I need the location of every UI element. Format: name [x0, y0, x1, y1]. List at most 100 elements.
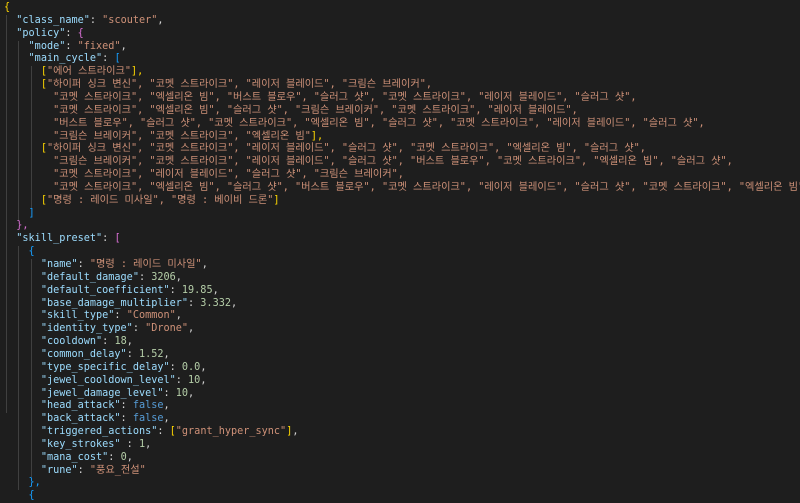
code-line: "mana_cost": 0, [4, 452, 133, 465]
bracket: { [28, 490, 35, 502]
code-line: "rune": "풍요_전설" [4, 465, 146, 478]
code-line: "코멧 스트라이크", "엑셀리온 빔", "슬러그 샷", "버스트 블로우"… [4, 182, 800, 195]
json-string: "에어 스트라이크" [46, 66, 131, 78]
punctuation: , [175, 271, 182, 283]
json-key: "cooldown" [40, 336, 103, 348]
punctuation: : [169, 361, 182, 373]
punctuation: , [200, 374, 207, 386]
json-number: 0.0 [181, 361, 201, 373]
punctuation: : [77, 464, 90, 476]
json-literal: false [132, 413, 164, 425]
punctuation: , [157, 14, 164, 26]
code-line: "jewel_cooldown_level": 10, [4, 374, 207, 388]
code-line: "triggered_actions": ["grant_hyper_sync"… [4, 426, 299, 439]
punctuation: , [212, 284, 219, 296]
code-line: "type_specific_delay": 0.0, [4, 361, 207, 375]
punctuation: : [169, 284, 182, 296]
punctuation: , [126, 451, 133, 463]
punctuation: : [120, 413, 133, 425]
json-string: "풍요_전설" [89, 464, 146, 476]
punctuation: : [114, 310, 127, 322]
punctuation: , [126, 336, 133, 348]
punctuation: : [65, 27, 78, 39]
json-key: "mode" [28, 40, 66, 52]
json-key: "main_cycle" [28, 53, 103, 65]
json-number: 18 [114, 336, 127, 348]
code-line: "cooldown": 18, [4, 336, 133, 349]
code-line: { [4, 2, 10, 15]
bracket: ], [310, 130, 324, 142]
code-editor[interactable]: { "class_name": "scouter", "policy": { "… [0, 0, 800, 502]
json-string: "하이퍼 싱크 변신", "코멧 스트라이크", "레이저 블레이드", "슬러… [46, 143, 646, 155]
json-number: 19.85 [181, 284, 213, 296]
punctuation: , [163, 413, 170, 425]
json-string: "fixed" [77, 40, 121, 52]
punctuation: : [132, 323, 146, 335]
code-line: "main_cycle": [ [4, 53, 121, 66]
code-line: ["하이퍼 싱크 변신", "코멧 스트라이크", "레이저 블레이드", "크… [4, 79, 432, 92]
bracket: }, [16, 220, 29, 232]
code-line: "base_damage_multiplier": 3.332, [4, 298, 237, 311]
json-string: "코멧 스트라이크", "엑셀리온 빔", "슬러그 샷", "크림슨 브레이커… [53, 104, 578, 116]
json-key: "jewel_cooldown_level" [40, 374, 176, 386]
punctuation: : [108, 451, 121, 463]
bracket: ], [130, 66, 144, 78]
bracket: }, [28, 477, 41, 489]
json-key: "identity_type" [40, 323, 133, 335]
json-string: "크림슨 브레이커", "코멧 스트라이크", "엑셀리온 빔" [53, 130, 311, 142]
json-key: "triggered_actions" [40, 426, 158, 438]
punctuation: : [126, 348, 139, 360]
punctuation: : [89, 14, 103, 26]
json-string: "코멧 스트라이크", "엑셀리온 빔", "버스트 블로우", "슬러그 샷"… [53, 91, 637, 103]
punctuation: : [188, 297, 201, 309]
code-line: ["하이퍼 싱크 변신", "코멧 스트라이크", "레이저 블레이드", "슬… [4, 143, 646, 156]
json-string: "명령 : 레이드 미사일", "명령 : 베이비 드론" [46, 194, 274, 206]
json-key: "common_delay" [40, 348, 127, 360]
json-key: "policy" [16, 27, 66, 39]
code-line: "class_name": "scouter", [4, 14, 164, 28]
json-key: "base_damage_multiplier" [40, 297, 189, 309]
punctuation: , [120, 40, 127, 52]
punctuation: : [120, 400, 133, 412]
bracket: ] [28, 207, 35, 219]
json-key: "default_damage" [40, 271, 139, 283]
json-string: "grant_hyper_sync" [175, 426, 287, 438]
code-line: }, [4, 477, 41, 490]
punctuation: : [175, 374, 189, 386]
json-string: "코멧 스트라이크", "레이저 블레이드", "슬러그 샷", "크림슨 브레… [53, 169, 404, 181]
code-line: "name": "명령 : 레이드 미사일", [4, 259, 208, 272]
json-key: "default_coefficient" [40, 284, 170, 296]
json-number: 10 [188, 374, 201, 386]
punctuation: , [163, 400, 170, 412]
code-line: "identity_type": "Drone", [4, 323, 194, 336]
json-key: "skill_preset" [16, 233, 103, 245]
punctuation: : [102, 53, 115, 65]
bracket: { [28, 246, 35, 258]
punctuation: , [201, 259, 208, 270]
punctuation: , [230, 297, 238, 309]
punctuation: , [145, 438, 152, 450]
code-line: "jewel_damage_level": 10, [4, 388, 194, 401]
